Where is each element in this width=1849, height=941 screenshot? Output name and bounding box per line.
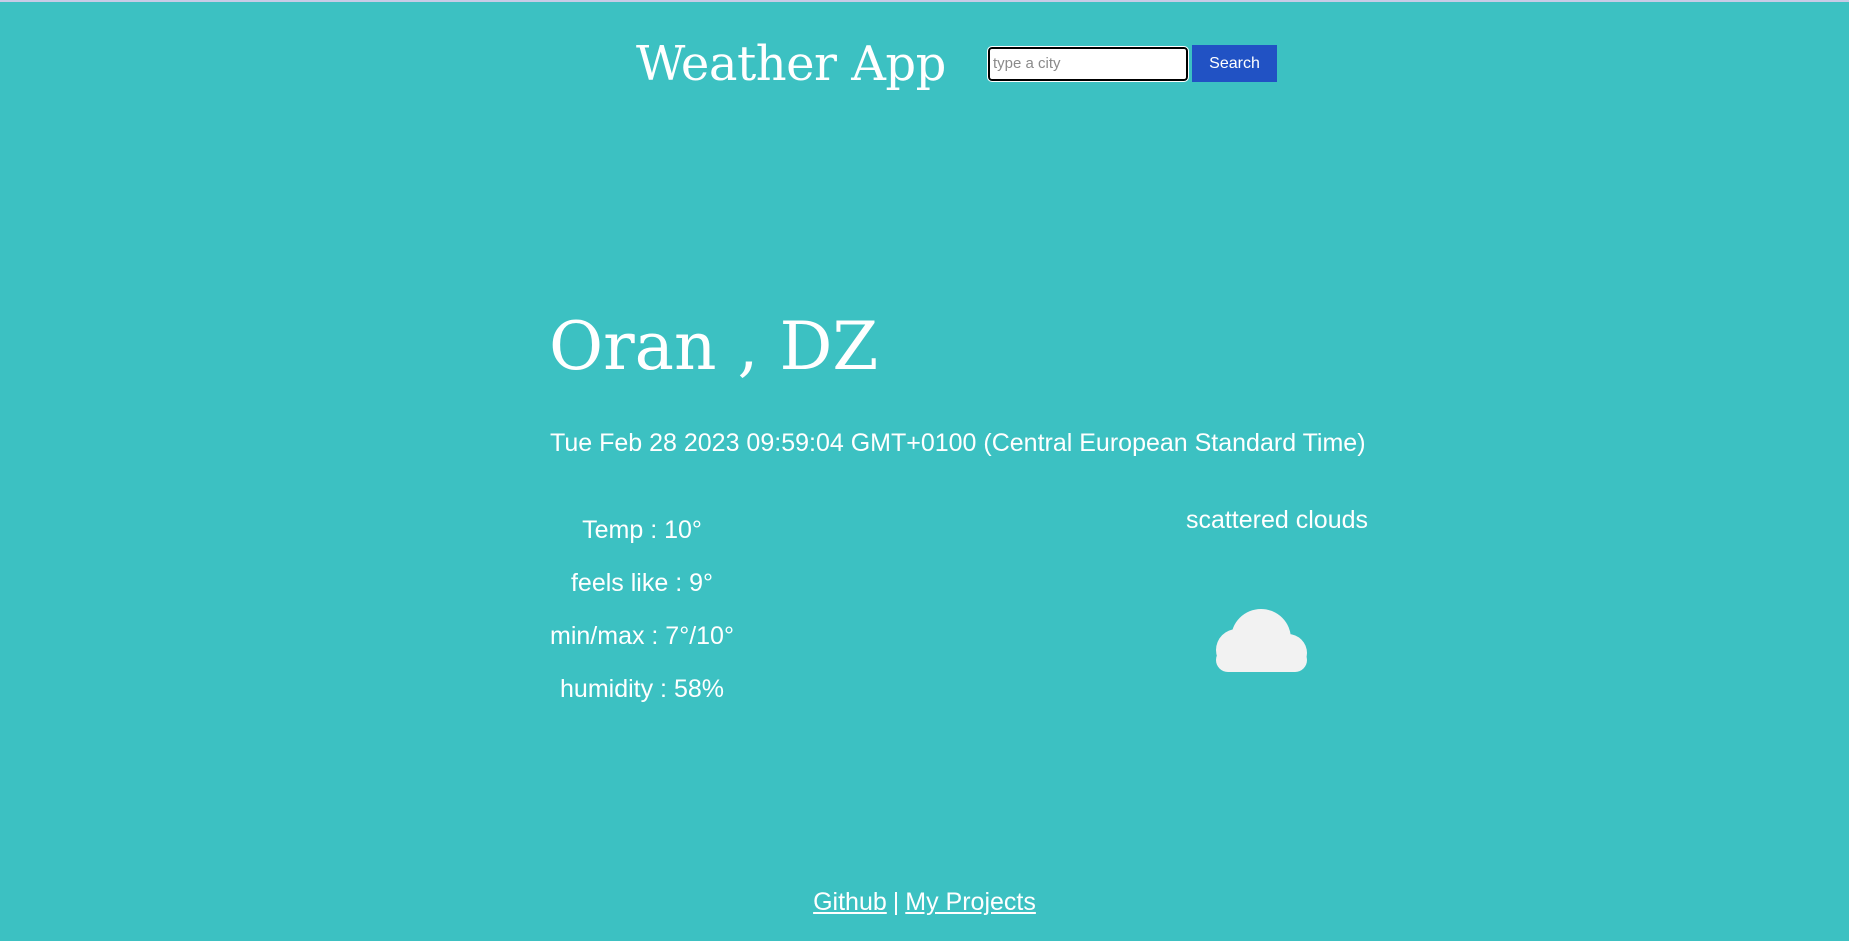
min-max-temperature: min/max : 7°/10° [550, 622, 734, 650]
search-button[interactable]: Search [1192, 45, 1277, 82]
footer-separator: | [892, 888, 900, 916]
header: Weather App Search [0, 2, 1849, 122]
weather-description: scattered clouds [1185, 506, 1368, 534]
app-title: Weather App [636, 36, 946, 92]
city-search-input[interactable] [987, 45, 1189, 82]
city-name: Oran , DZ [549, 308, 879, 385]
github-link[interactable]: Github [813, 888, 887, 916]
feels-like: feels like : 9° [570, 569, 713, 597]
search-form: Search [987, 45, 1277, 82]
footer: Github | My Projects [0, 882, 1849, 922]
temperature: Temp : 10° [582, 516, 702, 544]
date-time: Tue Feb 28 2023 09:59:04 GMT+0100 (Centr… [550, 429, 1366, 457]
cloud-icon [1216, 609, 1307, 672]
weather-details: Temp : 10° feels like : 9° min/max : 7°/… [550, 504, 734, 716]
my-projects-link[interactable]: My Projects [905, 888, 1036, 916]
humidity: humidity : 58% [560, 675, 724, 703]
